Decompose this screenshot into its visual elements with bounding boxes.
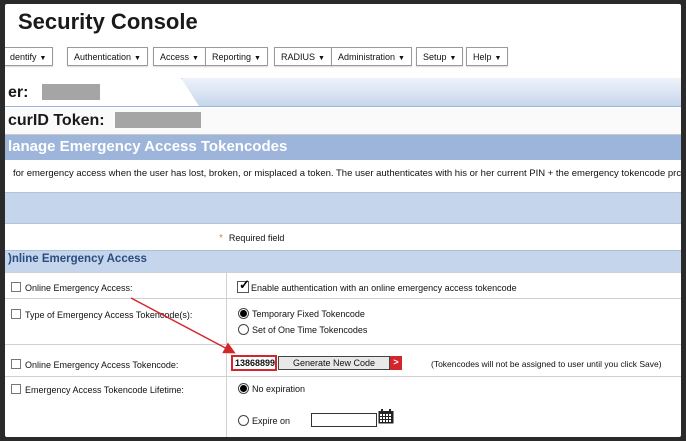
annotation-arrow [130,297,236,354]
security-console-window: Security Console dentify ▼ Authentication… [5,4,681,437]
